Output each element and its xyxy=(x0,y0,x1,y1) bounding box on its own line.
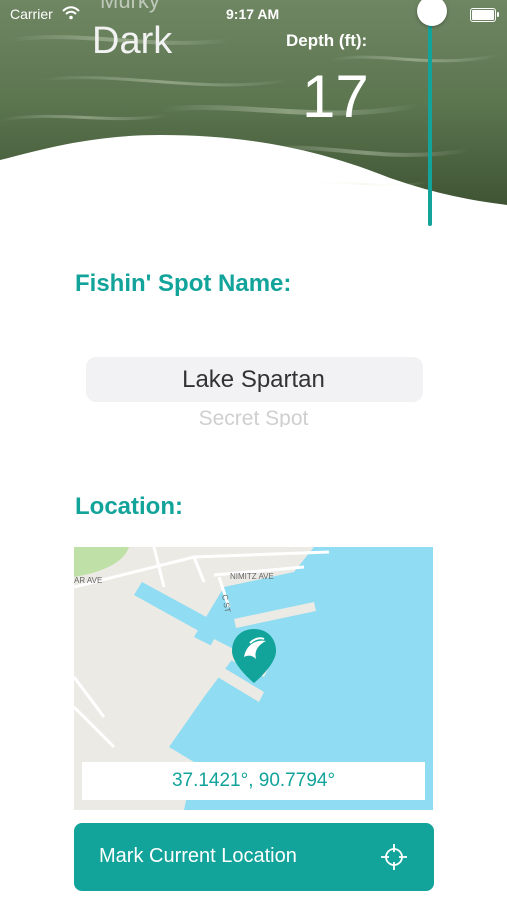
spot-name-picker-next[interactable]: Secret Spot xyxy=(0,407,507,427)
coordinates-label: 37.1421°, 90.7794° xyxy=(82,762,425,800)
status-time: 9:17 AM xyxy=(226,6,280,22)
carrier-label: Carrier xyxy=(10,6,53,22)
street-label-nimitz-ave: NIMITZ AVE xyxy=(230,572,274,581)
depth-label: Depth (ft): xyxy=(286,31,368,50)
wifi-icon xyxy=(62,6,80,23)
spot-name-picker-selected[interactable]: Lake Spartan xyxy=(0,366,507,394)
street-label-ar-ave: AR AVE xyxy=(74,576,102,585)
depth-value: 17 xyxy=(302,63,369,130)
location-title: Location: xyxy=(75,493,183,520)
mark-current-location-label: Mark Current Location xyxy=(99,845,297,867)
clarity-picker-selected[interactable]: Dark xyxy=(92,20,172,63)
depth-slider-track[interactable] xyxy=(428,12,432,226)
spot-name-title: Fishin' Spot Name: xyxy=(75,270,292,297)
battery-icon xyxy=(470,8,499,22)
clarity-picker-previous[interactable]: Murky xyxy=(100,0,160,14)
mark-current-location-button[interactable]: Mark Current Location xyxy=(74,823,434,891)
crosshair-icon xyxy=(380,843,408,871)
